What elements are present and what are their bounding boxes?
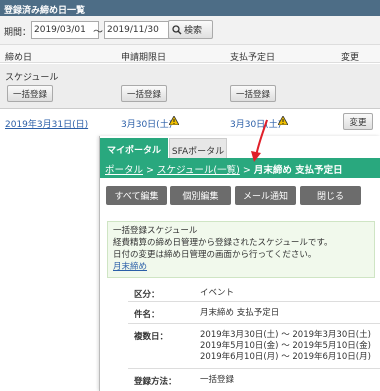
bulk-register-button-deadline[interactable]: 一括登録 [121,85,167,102]
detail-label: 件名： [134,310,160,320]
tab-sfa-portal[interactable]: SFAポータル [169,138,227,158]
portal-tabs: マイポータル SFAポータル [100,136,380,158]
close-button[interactable]: 閉じる [300,186,361,205]
detail-label: 登録方法： [134,377,177,387]
detail-value: 2019年3月30日(土) 〜 2019年3月30日(土) [200,330,371,340]
info-line-2: 日付の変更は締め日管理の画面から行ってください。 [113,250,317,260]
mail-notify-button[interactable]: メール通知 [235,186,296,205]
detail-row-category: 区分： イベント [128,283,380,302]
breadcrumb-separator: > [242,165,251,176]
period-from-input[interactable] [31,21,99,39]
detail-row-subject: 件名： 月末締め 支払予定日 [128,302,380,324]
period-tilde: 〜 [93,27,103,38]
breadcrumb-portal[interactable]: ポータル [105,165,143,176]
detail-value: 2019年6月10日(月) 〜 2019年6月10日(月) [200,352,371,362]
bulk-register-button-closing[interactable]: 一括登録 [7,85,53,102]
edit-individual-button[interactable]: 個別編集 [170,186,231,205]
column-change: 変更 [341,53,360,63]
table-header: 締め日 申請期限日 支払予定日 変更 [0,45,380,63]
change-button[interactable]: 変更 [343,113,373,130]
info-title: 一括登録スケジュール [113,226,198,236]
period-filter: 期間： 〜 検索 [0,16,380,45]
closing-date-link[interactable]: 2019年3月31日(日) [5,117,88,130]
breadcrumb-schedule-list[interactable]: スケジュール(一覧) [157,165,240,176]
table-row: 2019年3月31日(日) 3月30日(土) 3月30日(土) 変更 [0,111,380,133]
detail-label: 区分： [134,290,160,300]
tab-my-portal[interactable]: マイポータル [100,138,168,158]
bulk-register-button-payment[interactable]: 一括登録 [230,85,276,102]
page-title: 登録済み締め日一覧 [0,0,380,16]
detail-value: 2019年5月10日(金) 〜 2019年5月10日(金) [200,341,371,351]
detail-value: 一括登録 [200,375,235,385]
period-to-input[interactable] [104,21,172,39]
info-link-month-end[interactable]: 月末締め [113,261,369,273]
column-deadline: 申請期限日 [121,53,167,63]
schedule-label: スケジュール [5,73,59,83]
search-button[interactable]: 検索 [168,20,213,39]
detail-row-multi-day: 複数日： 2019年3月30日(土) 〜 2019年3月30日(土) 2019年… [128,324,380,369]
action-bar: すべて編集 個別編集 メール通知 閉じる [100,186,380,208]
annotation-arrow-icon [251,119,268,162]
detail-value: 月末締め 支払予定日 [200,308,280,318]
deadline-date: 3月30日(土) [121,120,173,130]
warning-icon [278,116,288,125]
edit-all-button[interactable]: すべて編集 [106,186,167,205]
detail-value: イベント [200,288,235,298]
detail-row-method: 登録方法： 一括登録 [128,369,380,391]
period-label: 期間： [4,28,32,38]
info-line-1: 経費精算の締め日管理から登録されたスケジュールです。 [113,238,333,248]
column-payment: 支払予定日 [230,53,276,63]
info-box: 一括登録スケジュール 経費精算の締め日管理から登録されたスケジュールです。 日付… [107,221,375,278]
breadcrumb: ポータル > スケジュール(一覧) > 月末締め 支払予定日 [100,158,380,178]
column-closing: 締め日 [5,53,33,63]
schedule-popup: マイポータル SFAポータル ポータル > スケジュール(一覧) > 月末締め … [99,136,380,391]
search-icon [172,25,182,35]
search-button-label: 検索 [184,26,203,36]
warning-icon [169,116,179,125]
detail-label: 複数日： [134,332,169,342]
breadcrumb-current: 月末締め 支払予定日 [253,165,343,176]
schedule-row: スケジュール 一括登録 一括登録 一括登録 [0,64,380,109]
breadcrumb-separator: > [146,165,155,176]
